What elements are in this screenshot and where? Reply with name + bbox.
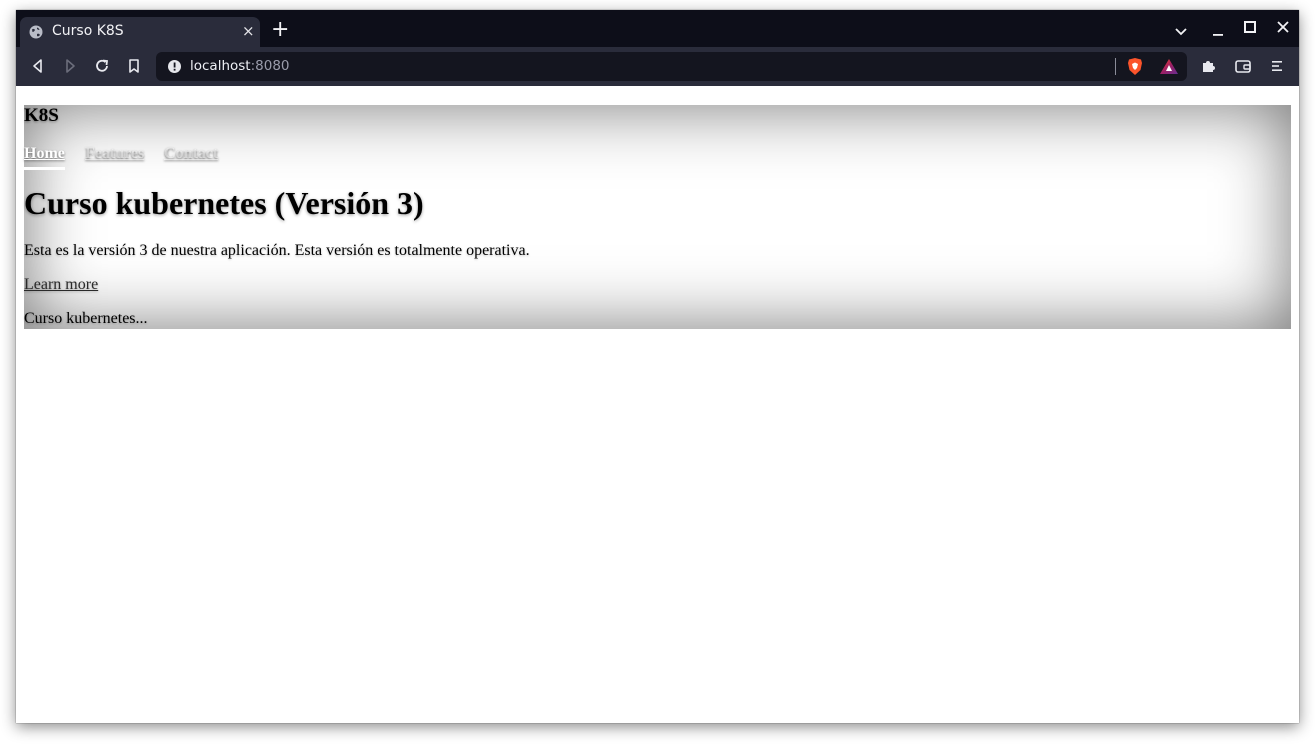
globe-icon <box>29 25 43 39</box>
page-title: Curso kubernetes (Versión 3) <box>24 185 424 221</box>
back-icon[interactable] <box>29 57 47 75</box>
nav-link-home[interactable]: Home <box>24 145 65 163</box>
browser-toolbar: localhost:8080 <box>16 47 1299 86</box>
minimize-icon[interactable] <box>1212 24 1224 38</box>
extensions-icon[interactable] <box>1200 57 1218 75</box>
hero-section: K8S Home Features Contact Curso kubernet… <box>24 105 1291 329</box>
active-nav-indicator <box>24 167 65 170</box>
nav-link-features[interactable]: Features <box>85 145 144 163</box>
url-port: :8080 <box>250 58 290 74</box>
site-brand: K8S <box>24 105 59 126</box>
maximize-icon[interactable] <box>1244 21 1256 33</box>
close-window-icon[interactable] <box>1277 21 1289 33</box>
browser-tab[interactable]: Curso K8S × <box>20 17 260 47</box>
lead-paragraph: Esta es la versión 3 de nuestra aplicaci… <box>24 242 530 259</box>
page-viewport: K8S Home Features Contact Curso kubernet… <box>16 86 1299 723</box>
url-text[interactable]: localhost:8080 <box>190 58 290 74</box>
nav-link-contact[interactable]: Contact <box>164 145 218 163</box>
url-host: localhost <box>190 58 251 74</box>
reload-icon[interactable] <box>93 57 111 75</box>
browser-window: Curso K8S × + localhost:8080 K8S Home Fe… <box>16 10 1299 723</box>
tab-search-icon[interactable] <box>1174 24 1188 38</box>
bookmark-icon[interactable] <box>125 57 143 75</box>
footer-text: Curso kubernetes... <box>24 310 148 327</box>
info-icon[interactable] <box>167 59 182 74</box>
tab-title: Curso K8S <box>52 23 124 39</box>
brave-rewards-icon[interactable] <box>1159 58 1179 75</box>
url-divider <box>1115 58 1116 75</box>
address-bar[interactable]: localhost:8080 <box>156 52 1187 81</box>
learn-more-link[interactable]: Learn more <box>24 276 98 294</box>
menu-icon[interactable] <box>1268 57 1286 75</box>
tab-close-button[interactable]: × <box>242 23 255 39</box>
wallet-icon[interactable] <box>1234 57 1252 75</box>
tab-strip: Curso K8S × + <box>16 10 1299 47</box>
brave-shields-icon[interactable] <box>1126 57 1144 76</box>
forward-icon[interactable] <box>61 57 79 75</box>
new-tab-button[interactable]: + <box>271 19 289 41</box>
